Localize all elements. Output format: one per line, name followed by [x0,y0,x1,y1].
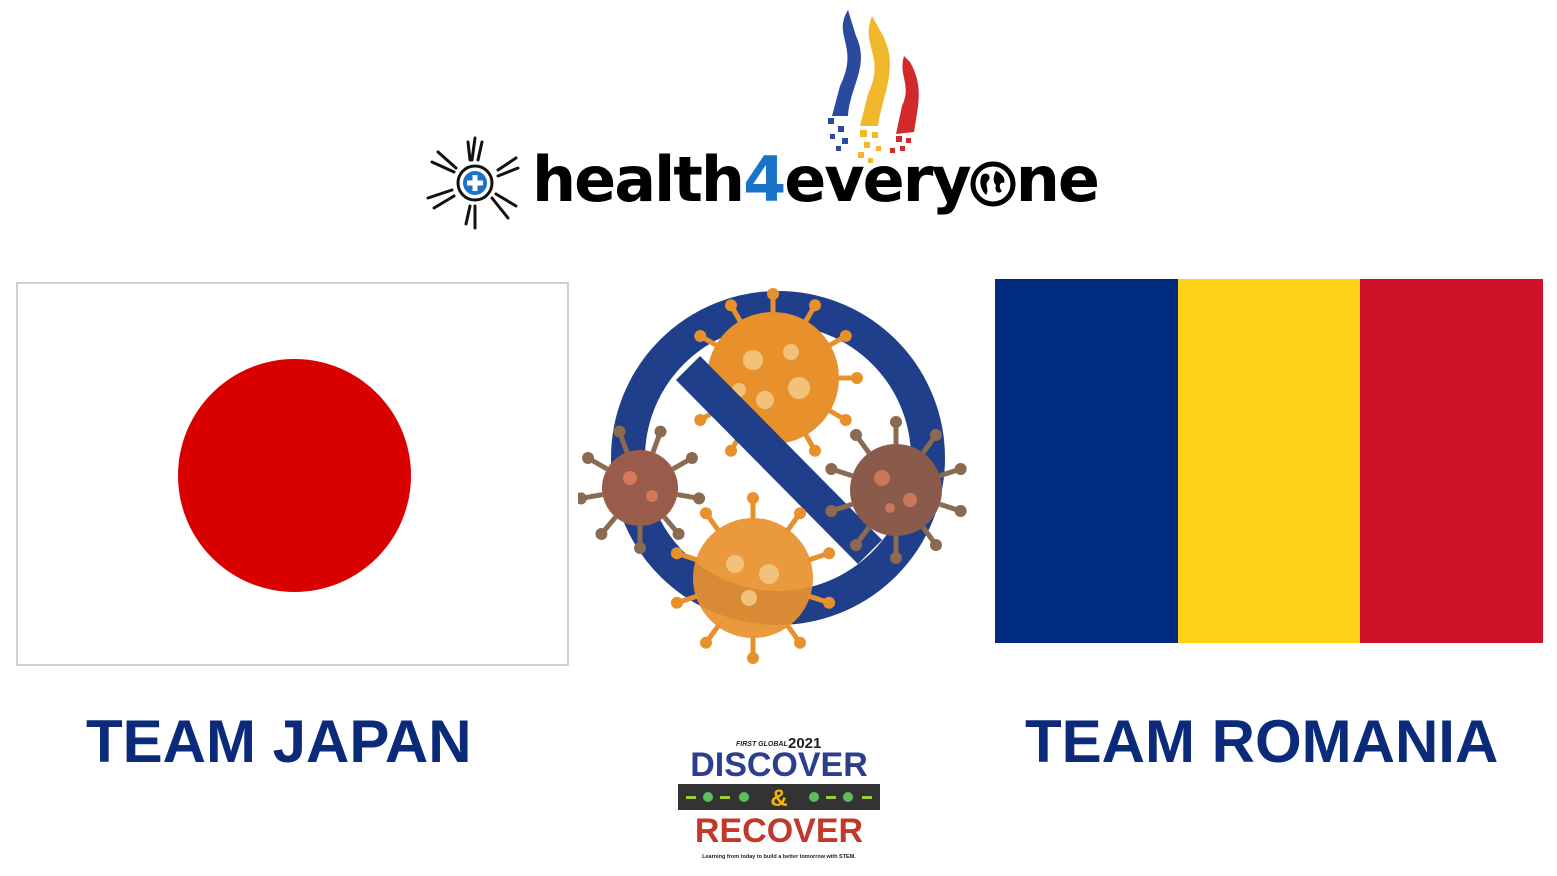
japan-flag [16,282,569,666]
dollar-icon [809,792,819,802]
no-virus-icon [578,288,969,664]
romania-flag-yellow-band [1177,279,1361,643]
wordmark-ne: ne [1015,143,1100,216]
health4everyone-wordmark: health4every ne [532,140,1100,220]
leaf-icon [739,792,749,802]
hands-circle-icon [426,136,520,230]
wordmark-every: every [784,143,972,216]
team-romania-label: TEAM ROMANIA [1025,708,1499,775]
discover-text: DISCOVER [690,746,868,784]
japan-flag-disc [178,359,411,592]
heart-icon [703,792,713,802]
discover-recover-logo: FIRST GLOBAL 2021 DISCOVER & RECOVER Lea… [678,735,880,860]
wordmark-four: 4 [743,143,786,216]
team-japan-label: TEAM JAPAN [86,708,472,775]
romania-flag-blue-band [995,279,1178,643]
tagline-text: Learning from today to build a better to… [702,854,856,860]
romania-flag-red-band [1360,279,1544,643]
recover-text: RECOVER [695,812,863,850]
wordmark-health: health [532,143,745,216]
globe-icon [970,161,1016,207]
ampersand-text: & [770,785,787,812]
graduation-cap-icon [843,792,853,802]
romania-flag [995,279,1544,643]
